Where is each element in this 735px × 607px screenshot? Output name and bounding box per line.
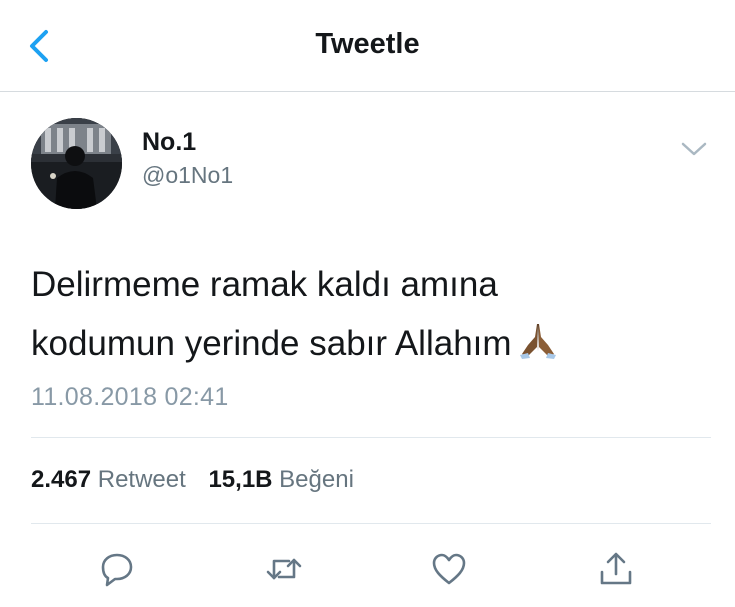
page-title: Tweetle	[315, 28, 420, 60]
retweet-label: Retweet	[97, 466, 186, 493]
reply-icon[interactable]	[98, 550, 136, 588]
author-handle[interactable]: @o1No1	[142, 162, 233, 189]
tweet-timestamp: 11.08.2018 02:41	[31, 383, 229, 411]
author-name[interactable]: No.1	[142, 128, 196, 157]
avatar[interactable]	[31, 118, 122, 209]
tweet-text-line-1: Delirmeme ramak kaldı amına	[31, 265, 498, 304]
divider	[31, 523, 711, 524]
like-count: 15,1B	[208, 466, 273, 493]
tweet-text: Delirmeme ramak kaldı amına kodumun yeri…	[31, 255, 691, 373]
chevron-down-icon[interactable]	[680, 140, 708, 158]
retweet-icon[interactable]	[265, 550, 303, 588]
divider	[31, 437, 711, 438]
tweet-stats: 2.467 Retweet 15,1B Beğeni	[31, 466, 370, 494]
folded-hands-emoji	[519, 324, 556, 359]
like-label: Beğeni	[279, 466, 354, 493]
share-icon[interactable]	[597, 550, 635, 588]
retweet-count: 2.467	[31, 466, 92, 493]
top-bar: Tweetle	[0, 0, 735, 92]
likes-stat[interactable]: 15,1B Beğeni	[208, 466, 353, 493]
retweets-stat[interactable]: 2.467 Retweet	[31, 466, 186, 493]
like-icon[interactable]	[430, 550, 468, 588]
tweet-text-line-2: kodumun yerinde sabır Allahım	[31, 314, 691, 373]
tweet-text-line-2-text: kodumun yerinde sabır Allahım	[31, 324, 512, 363]
